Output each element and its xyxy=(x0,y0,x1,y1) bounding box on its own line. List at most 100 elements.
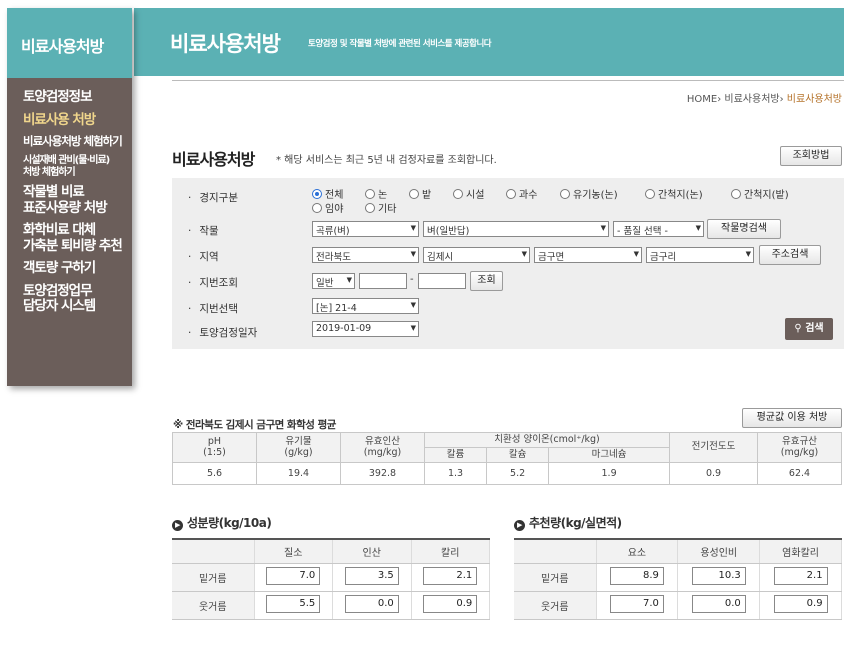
radio-field[interactable]: 밭 xyxy=(409,186,431,201)
row-label: 밑거름 xyxy=(172,563,255,592)
sidebar-item-label: 작물별 비료 xyxy=(23,184,85,201)
col-si: 유효규산 (mg/kg) xyxy=(757,432,842,463)
radio-other[interactable]: 기타 xyxy=(365,200,396,215)
sidebar-item-manure-recommend[interactable]: 화학비료 대체 가축분 퇴비량 추천 xyxy=(23,223,132,254)
village-select[interactable]: 금구리 xyxy=(646,247,754,263)
sidebar-item-soil-info[interactable]: 토양검정정보 xyxy=(23,89,132,106)
help-button[interactable]: 조회방법 xyxy=(780,146,842,166)
radio-icon xyxy=(365,189,375,199)
avg-table: pH (1:5) 유기물 (g/kg) 유효인산 (mg/kg) 치환성 양이온(cm… xyxy=(172,432,842,485)
avg-prescription-button[interactable]: 평균값 이용 처방 xyxy=(742,408,842,428)
radio-reclaimed-paddy[interactable]: 간척지(논) xyxy=(645,186,703,201)
city-select[interactable]: 김제시 xyxy=(423,247,530,263)
radio-paddy[interactable]: 논 xyxy=(365,186,387,201)
sidebar-item-fertilizer-prescription[interactable]: 비료사용 처방 xyxy=(23,112,132,129)
component-col: 인산 xyxy=(332,539,412,564)
breadcrumb-current: 비료사용처방 xyxy=(786,94,842,105)
lot-select[interactable]: [논] 21-4 xyxy=(312,298,419,314)
sidebar-item-prescription-trial[interactable]: 비료사용처방 체험하기 xyxy=(23,134,132,148)
col-ca: 칼슘 xyxy=(486,447,550,463)
lot-main-input[interactable] xyxy=(359,273,407,289)
radio-organic-paddy[interactable]: 유기농(논) xyxy=(560,186,618,201)
radio-icon xyxy=(365,203,375,213)
col-cation: 치환성 양이온(cmol⁺/kg) xyxy=(424,432,670,448)
table-row: 웃거름 5.5 0.0 0.9 xyxy=(172,591,490,620)
radio-reclaimed-field[interactable]: 간척지(밭) xyxy=(731,186,789,201)
component-title: ▶ 성분량(kg/10a) xyxy=(172,514,272,531)
label-lot-select: 지번선택 xyxy=(188,301,238,316)
component-value[interactable]: 7.0 xyxy=(266,566,321,585)
recommend-value[interactable]: 7.0 xyxy=(609,594,664,613)
col-ec: 전기전도도 xyxy=(669,432,758,463)
lot-separator: - xyxy=(410,274,414,285)
breadcrumb-home[interactable]: HOME xyxy=(687,94,717,105)
recommend-value[interactable]: 0.9 xyxy=(773,594,828,613)
radio-all[interactable]: 전체 xyxy=(312,186,343,201)
crop-select[interactable]: 벼(일반답) xyxy=(423,221,609,237)
val-ca: 5.2 xyxy=(486,462,550,485)
val-p: 392.8 xyxy=(340,462,425,485)
radio-orchard[interactable]: 과수 xyxy=(506,186,537,201)
sidebar-item-greenhouse-trial[interactable]: 시설재배 관비(물·비료) 처방 체험하기 xyxy=(23,155,132,178)
val-ec: 0.9 xyxy=(669,462,758,485)
lot-type-select[interactable]: 일반 xyxy=(312,273,355,289)
variety-select[interactable]: - 품질 선택 - xyxy=(613,221,704,237)
sidebar-item-label: 담당자 시스템 xyxy=(23,298,96,315)
component-value[interactable]: 0.9 xyxy=(423,594,478,613)
component-value[interactable]: 0.0 xyxy=(344,594,399,613)
crop-search-button[interactable]: 작물명검색 xyxy=(707,219,781,239)
radio-forest[interactable]: 임야 xyxy=(312,200,343,215)
lot-sub-input[interactable] xyxy=(418,273,466,289)
recommend-value[interactable]: 8.9 xyxy=(609,566,664,585)
component-value[interactable]: 2.1 xyxy=(423,566,478,585)
avg-title: ※ 전라북도 김제시 금구면 화학성 평균 xyxy=(173,419,336,431)
val-mg: 1.9 xyxy=(548,462,670,485)
row-label: 밑거름 xyxy=(514,563,597,592)
table-row: 밑거름 7.0 3.5 2.1 xyxy=(172,563,490,592)
radio-icon xyxy=(453,189,463,199)
address-search-button[interactable]: 주소검색 xyxy=(759,245,821,265)
test-date-select[interactable]: 2019-01-09 xyxy=(312,321,419,337)
recommend-col: 염화칼리 xyxy=(759,539,842,564)
breadcrumb-level1[interactable]: 비료사용처방 xyxy=(724,94,779,105)
lot-lookup-button[interactable]: 조회 xyxy=(470,271,503,291)
crop-category-select[interactable]: 곡류(벼) xyxy=(312,221,419,237)
col-ph: pH (1:5) xyxy=(172,432,257,463)
sidebar-item-staff-system[interactable]: 토양검정업무 담당자 시스템 xyxy=(23,283,132,315)
label-field-type: 경지구분 xyxy=(188,190,238,205)
page-note: * 해당 서비스는 최근 5년 내 검정자료를 조회합니다. xyxy=(276,155,497,166)
val-ph: 5.6 xyxy=(172,462,257,485)
search-button[interactable]: ⚲ 검색 xyxy=(785,318,833,340)
component-value[interactable]: 5.5 xyxy=(266,594,321,613)
sidebar-item-soil-dressing[interactable]: 객토량 구하기 xyxy=(23,261,132,277)
radio-selected-icon xyxy=(312,189,322,199)
breadcrumb: HOME› 비료사용처방› 비료사용처방 xyxy=(686,94,842,105)
val-om: 19.4 xyxy=(256,462,341,485)
top-banner: 비료사용처방 토양검정 및 작물별 처방에 관련된 서비스를 제공합니다 xyxy=(134,8,844,76)
province-select[interactable]: 전라북도 xyxy=(312,247,419,263)
sidebar-item-standard-usage[interactable]: 작물별 비료 표준사용량 처방 xyxy=(23,184,132,216)
table-row: 밑거름 8.9 10.3 2.1 xyxy=(514,563,842,592)
radio-icon xyxy=(409,189,419,199)
sidebar-item-label: 처방 체험하기 xyxy=(23,166,76,178)
col-k: 칼륨 xyxy=(423,447,488,463)
sidebar: 비료사용처방 토양검정정보 비료사용 처방 비료사용처방 체험하기 시설재배 관… xyxy=(7,8,132,386)
col-p: 유효인산 (mg/kg) xyxy=(340,432,425,463)
search-icon: ⚲ xyxy=(794,323,802,334)
label-test-date: 토양검정일자 xyxy=(188,325,257,340)
radio-icon xyxy=(560,189,570,199)
radio-icon xyxy=(645,189,655,199)
recommend-value[interactable]: 2.1 xyxy=(773,566,828,585)
recommend-value[interactable]: 10.3 xyxy=(691,566,746,585)
radio-facility[interactable]: 시설 xyxy=(453,186,484,201)
label-lot-lookup: 지번조회 xyxy=(188,275,238,290)
recommend-table: 요소 용성인비 염화칼리 밑거름 8.9 10.3 2.1 웃거름 7.0 0.… xyxy=(514,538,842,620)
sidebar-item-label: 가축분 퇴비량 추천 xyxy=(23,237,123,254)
component-value[interactable]: 3.5 xyxy=(344,566,399,585)
val-si: 62.4 xyxy=(757,462,842,485)
search-form: 경지구분 전체 논 밭 시설 과수 유기농(논) 간척지(논) 간척지(밭) 임… xyxy=(172,178,844,349)
town-select[interactable]: 금구면 xyxy=(534,247,642,263)
sidebar-item-label: 표준사용량 처방 xyxy=(23,199,108,216)
recommend-value[interactable]: 0.0 xyxy=(691,594,746,613)
table-row: 웃거름 7.0 0.0 0.9 xyxy=(514,591,842,620)
